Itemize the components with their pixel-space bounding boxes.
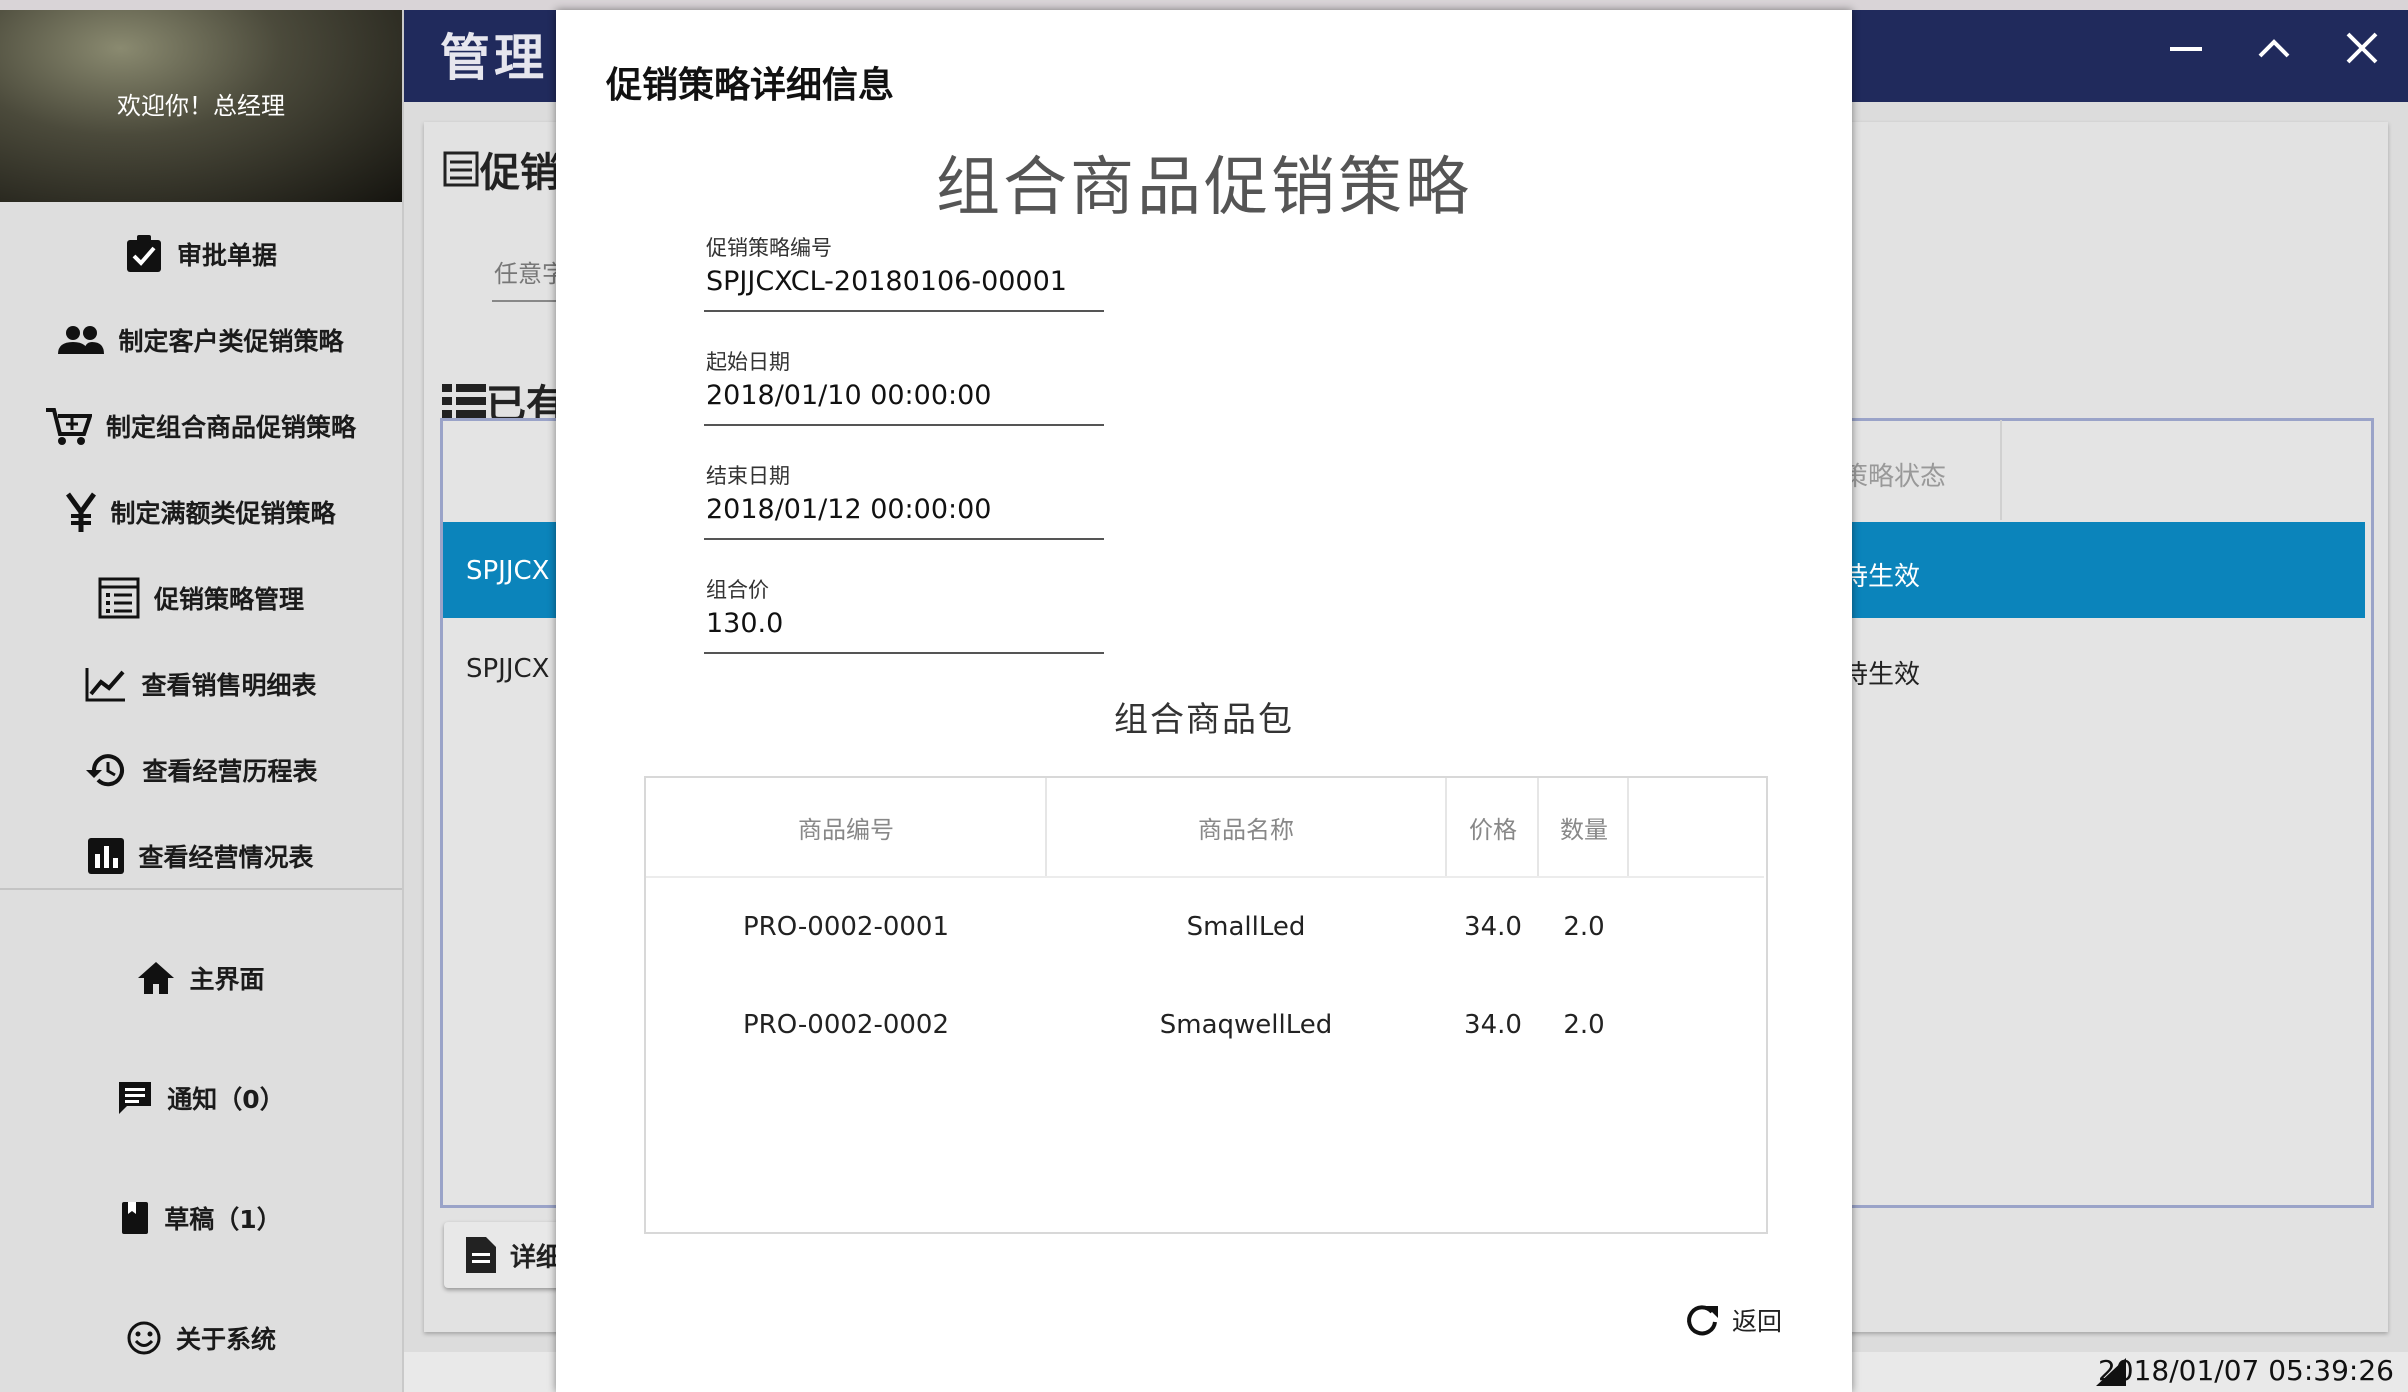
sidebar-item-label: 制定客户类促销策略 — [118, 327, 344, 356]
back-button[interactable]: 返回 — [1684, 1302, 1782, 1338]
list-box-icon — [98, 577, 140, 619]
sidebar-item-label: 主界面 — [189, 965, 265, 994]
message-icon — [117, 1080, 153, 1116]
sidebar-item-label: 草稿（1） — [164, 1205, 282, 1234]
field-value-start-date[interactable]: 2018/01/10 00:00:00 — [706, 380, 991, 411]
sidebar-item-label: 查看经营历程表 — [142, 757, 318, 786]
sidebar-item-fullamount-strategy[interactable]: 制定满额类促销策略 — [0, 482, 402, 542]
sidebar-item-label: 制定组合商品促销策略 — [105, 413, 356, 442]
book-icon — [120, 1200, 150, 1236]
clipboard-check-icon — [125, 234, 163, 274]
strategy-type-title: 组合商品促销策略 — [936, 151, 1472, 225]
sidebar-item-label: 查看销售明细表 — [141, 671, 317, 700]
refresh-icon — [1684, 1302, 1720, 1338]
field-underline — [704, 310, 1104, 312]
bundle-title: 组合商品包 — [1114, 700, 1294, 740]
sidebar-item-notifications[interactable]: 通知（0） — [0, 1068, 402, 1128]
minimize-icon[interactable] — [2166, 28, 2206, 68]
status-time: 2018/01/07 05:39:26 — [2097, 1354, 2394, 1387]
cart-icon — [45, 406, 92, 446]
field-label-start-date: 起始日期 — [706, 350, 790, 374]
sidebar-item-bundle-strategy[interactable]: 制定组合商品促销策略 — [0, 396, 402, 456]
column-separator — [1627, 778, 1629, 876]
back-button-label: 返回 — [1732, 1307, 1783, 1336]
column-separator — [2000, 420, 2002, 520]
table-cell-product-id: PRO-0002-0001 — [742, 912, 950, 942]
column-header-status: 策略状态 — [1842, 462, 1947, 492]
yen-icon — [66, 492, 97, 532]
field-underline — [704, 652, 1104, 654]
sidebar-item-business-history[interactable]: 查看经营历程表 — [0, 740, 402, 800]
sidebar-item-customer-strategy[interactable]: 制定客户类促销策略 — [0, 310, 402, 370]
table-cell-id[interactable]: SPJJCX — [466, 654, 549, 684]
sidebar-item-business-status[interactable]: 查看经营情况表 — [0, 826, 402, 886]
sidebar-item-sales-detail[interactable]: 查看销售明细表 — [0, 654, 402, 714]
sidebar-item-label: 关于系统 — [175, 1325, 276, 1354]
column-header-price[interactable]: 价格 — [1447, 810, 1539, 845]
history-icon — [84, 750, 128, 790]
sidebar-item-about[interactable]: 关于系统 — [0, 1308, 402, 1368]
table-cell-product-name: SmaqwellLed — [1159, 1010, 1333, 1040]
sidebar-item-approve[interactable]: 审批单据 — [0, 224, 402, 284]
content-title: 促销 — [442, 140, 560, 198]
dialog-header: 促销策略详细信息 — [606, 65, 895, 106]
home-icon — [137, 961, 175, 995]
sidebar-item-home[interactable]: 主界面 — [0, 948, 402, 1008]
field-label-bundle-price: 组合价 — [706, 578, 769, 602]
table-cell-product-id: PRO-0002-0002 — [742, 1010, 950, 1040]
document-icon — [466, 1237, 496, 1273]
sidebar-divider — [0, 888, 402, 890]
field-value-end-date[interactable]: 2018/01/12 00:00:00 — [706, 494, 991, 525]
trend-chart-icon — [85, 666, 127, 702]
sidebar: 欢迎你！总经理 审批单据 制定客户类促销策略 制定组合商品促销策略 制定满额类促… — [0, 10, 404, 1392]
maximize-icon[interactable] — [2254, 28, 2294, 68]
table-cell-price: 34.0 — [1464, 912, 1522, 942]
table-cell-product-name: SmallLed — [1186, 912, 1306, 942]
sidebar-item-label: 促销策略管理 — [153, 585, 304, 614]
sidebar-item-drafts[interactable]: 草稿（1） — [0, 1188, 402, 1248]
field-label-end-date: 结束日期 — [706, 464, 790, 488]
table-header-divider — [646, 876, 1764, 878]
smile-icon — [126, 1320, 162, 1356]
table-cell-quantity: 2.0 — [1563, 912, 1605, 942]
close-icon[interactable] — [2342, 28, 2382, 68]
sidebar-item-label: 制定满额类促销策略 — [110, 499, 336, 528]
table-cell-status: 待生效 — [1842, 562, 1921, 592]
table-cell-price: 34.0 — [1464, 1010, 1522, 1040]
sidebar-item-label: 审批单据 — [176, 241, 277, 270]
field-underline — [704, 424, 1104, 426]
table-cell-quantity: 2.0 — [1563, 1010, 1605, 1040]
users-icon — [58, 324, 105, 356]
table-cell-status: 待生效 — [1842, 660, 1921, 690]
list-box-icon — [443, 151, 479, 187]
field-value-bundle-price[interactable]: 130.0 — [706, 608, 783, 639]
sidebar-item-label: 查看经营情况表 — [138, 843, 314, 872]
column-header-product-id[interactable]: 商品编号 — [646, 810, 1046, 845]
bar-chart-icon — [88, 838, 125, 874]
column-header-quantity[interactable]: 数量 — [1539, 810, 1629, 845]
column-header-product-name[interactable]: 商品名称 — [1047, 810, 1445, 845]
sidebar-item-strategy-manage[interactable]: 促销策略管理 — [0, 568, 402, 628]
field-underline — [704, 538, 1104, 540]
field-value-id[interactable]: SPJJCXCL-20180106-00001 — [706, 266, 1067, 297]
list-icon — [442, 384, 486, 418]
os-menu-bar — [0, 0, 2408, 10]
content-title-text: 促销 — [480, 150, 560, 196]
app-title: 管理 — [440, 29, 548, 87]
table-cell-id: SPJJCX — [466, 556, 550, 586]
field-label-id: 促销策略编号 — [706, 236, 832, 260]
welcome-text: 欢迎你！总经理 — [117, 92, 285, 120]
sidebar-item-label: 通知（0） — [167, 1085, 285, 1114]
detail-button-label: 详细 — [510, 1242, 563, 1273]
